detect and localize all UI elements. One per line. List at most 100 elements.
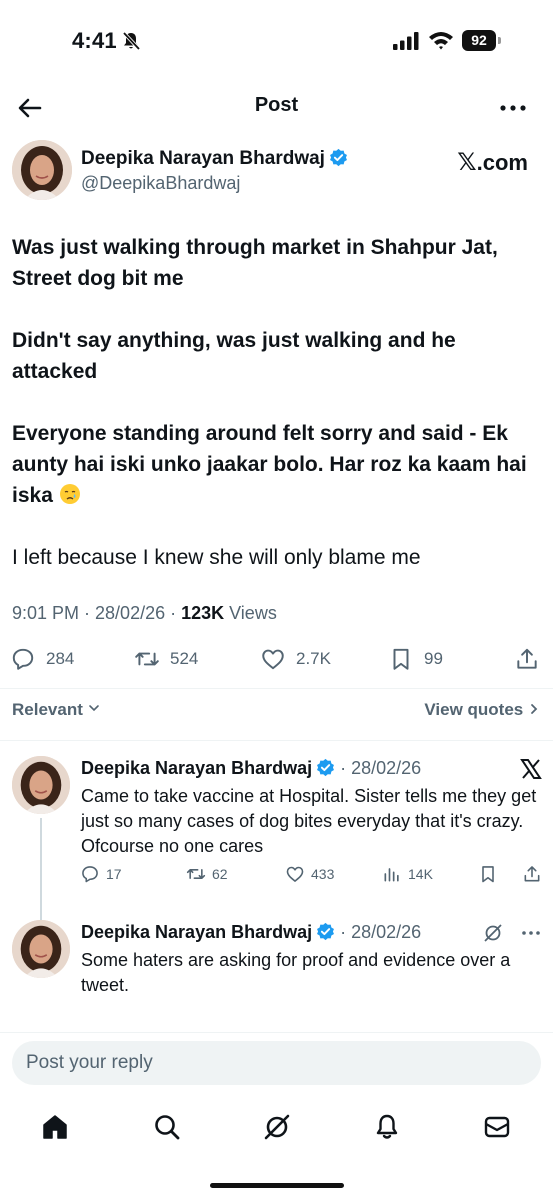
- reply-icon: [12, 648, 34, 670]
- grok-icon[interactable]: [482, 922, 504, 944]
- relevant-label: Relevant: [12, 700, 83, 719]
- divider: [0, 688, 553, 689]
- post-timestamp: 9:01 PM · 28/02/26 · 123K Views: [12, 603, 277, 624]
- author-name-text: Deepika Narayan Bhardwaj: [81, 148, 325, 169]
- post-author: Deepika Narayan Bhardwaj @DeepikaBhardwa…: [12, 140, 542, 204]
- author-name[interactable]: Deepika Narayan Bhardwaj: [81, 148, 348, 170]
- x-logo-icon: [520, 759, 542, 779]
- reply-text: Some haters are asking for proof and evi…: [81, 950, 511, 995]
- signal-icon: [393, 32, 419, 50]
- x-com-text: .com: [476, 150, 528, 175]
- chevron-down-icon: [88, 705, 99, 712]
- verified-badge-icon: [317, 758, 335, 777]
- share-button[interactable]: [522, 864, 548, 884]
- home-icon[interactable]: [40, 1112, 70, 1142]
- status-bar: 4:41 92: [0, 0, 553, 82]
- avatar[interactable]: [12, 140, 72, 200]
- reply-item[interactable]: Deepika Narayan Bhardwaj · 28/02/26 Came…: [12, 756, 542, 958]
- view-quotes-label: View quotes: [424, 700, 524, 719]
- bookmark-count: 99: [424, 649, 443, 668]
- reply-date: · 28/02/26: [335, 758, 422, 778]
- notifications-icon[interactable]: [372, 1112, 402, 1142]
- chevron-right-icon: [531, 704, 538, 714]
- bookmark-icon: [393, 648, 409, 670]
- heart-icon: [286, 866, 304, 882]
- verified-badge-icon: [329, 148, 347, 167]
- status-time: 4:41: [72, 28, 117, 53]
- views-label: Views: [224, 603, 277, 623]
- like-button[interactable]: 2.7K: [260, 644, 331, 674]
- reply-button[interactable]: 17: [80, 864, 122, 884]
- reply-icon: [82, 866, 98, 883]
- views-count: 123K: [181, 603, 225, 623]
- x-logo-icon: 𝕏: [457, 149, 477, 176]
- reply-input[interactable]: [12, 1041, 541, 1085]
- search-icon[interactable]: [152, 1112, 182, 1142]
- reply-date: · 28/02/26: [335, 922, 422, 942]
- divider: [0, 740, 553, 741]
- bell-off-icon: [122, 31, 141, 51]
- post-paragraph: I left because I knew she will only blam…: [12, 546, 421, 569]
- avatar-image: [12, 140, 72, 200]
- divider: [0, 1032, 553, 1033]
- view-quotes-link[interactable]: View quotes: [424, 700, 540, 720]
- avatar[interactable]: [12, 920, 70, 978]
- bottom-navigation: [0, 1106, 553, 1150]
- analytics-icon: [384, 868, 399, 882]
- reply-text: Came to take vaccine at Hospital. Sister…: [81, 786, 537, 856]
- post-action-bar: 284 524 2.7K 99: [0, 644, 553, 676]
- post-header: Post: [0, 82, 553, 132]
- avatar[interactable]: [12, 756, 70, 814]
- reply-button[interactable]: 284: [10, 644, 74, 674]
- reply-count: 284: [46, 649, 75, 668]
- repost-icon: [135, 652, 159, 666]
- repost-icon: [186, 869, 206, 879]
- verified-badge-icon: [317, 922, 335, 941]
- reply-author[interactable]: Deepika Narayan Bhardwaj · 28/02/26: [81, 758, 421, 779]
- battery-tip: [498, 37, 501, 44]
- reply-author-name: Deepika Narayan Bhardwaj: [81, 758, 313, 778]
- like-button[interactable]: 433: [285, 864, 334, 884]
- share-icon: [517, 648, 537, 669]
- share-icon: [524, 866, 540, 882]
- more-options-icon[interactable]: [497, 92, 529, 124]
- repost-count: 62: [212, 866, 228, 882]
- grok-icon[interactable]: [262, 1112, 292, 1142]
- post-paragraph: Everyone standing around felt sorry and …: [12, 418, 542, 511]
- avatar-image: [12, 756, 70, 814]
- messages-icon[interactable]: [482, 1112, 512, 1142]
- heart-icon: [262, 649, 284, 670]
- post-text: Was just walking through market in Shahp…: [12, 232, 542, 573]
- post-paragraph-text: Everyone standing around felt sorry and …: [12, 422, 527, 507]
- reply-action-bar: 17 62 433 14K: [80, 864, 542, 888]
- page-title: Post: [254, 94, 299, 116]
- reply-author-name: Deepika Narayan Bhardwaj: [81, 922, 313, 942]
- bookmark-button[interactable]: 99: [388, 644, 443, 674]
- post-paragraph: Was just walking through market in Shahp…: [12, 236, 498, 290]
- bookmark-icon: [482, 866, 494, 883]
- like-count: 433: [311, 866, 335, 882]
- reply-item[interactable]: Deepika Narayan Bhardwaj · 28/02/26 Some…: [12, 920, 542, 1030]
- avatar-image: [12, 920, 70, 978]
- relevant-sort-dropdown[interactable]: Relevant: [12, 700, 100, 720]
- repost-button[interactable]: 62: [186, 864, 228, 884]
- post-time: 9:01 PM · 28/02/26 ·: [12, 603, 182, 623]
- wifi-icon: [429, 32, 453, 50]
- repost-count: 524: [170, 649, 199, 668]
- repost-button[interactable]: 524: [134, 644, 198, 674]
- views-count: 14K: [408, 866, 433, 882]
- x-com-label: 𝕏.com: [457, 148, 528, 177]
- like-count: 2.7K: [296, 649, 331, 668]
- reply-author[interactable]: Deepika Narayan Bhardwaj · 28/02/26: [81, 922, 421, 943]
- views-button[interactable]: 14K: [382, 864, 433, 884]
- reply-sort-bar: Relevant View quotes: [12, 700, 540, 724]
- post-paragraph: Didn't say anything, was just walking an…: [12, 329, 456, 383]
- crying-face-emoji-icon: [59, 484, 80, 504]
- share-button[interactable]: [514, 644, 550, 674]
- bookmark-button[interactable]: [478, 864, 504, 884]
- more-options-icon[interactable]: [520, 922, 542, 944]
- battery-level: 92: [462, 30, 496, 51]
- reply-count: 17: [106, 866, 122, 882]
- author-handle[interactable]: @DeepikaBhardwaj: [81, 173, 240, 194]
- battery-indicator: 92: [462, 30, 502, 51]
